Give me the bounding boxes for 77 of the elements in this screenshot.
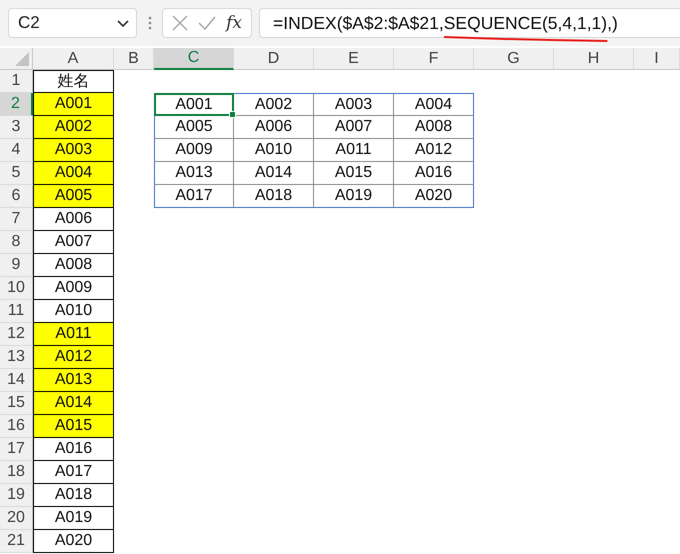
table-cell[interactable]: A006 xyxy=(234,116,314,139)
table-cell[interactable]: A017 xyxy=(154,185,234,208)
column-header[interactable]: H xyxy=(554,48,634,70)
table-cell[interactable]: A008 xyxy=(394,116,474,139)
table-cell: A012 xyxy=(33,346,114,369)
table-cell: A017 xyxy=(33,461,114,484)
insert-function-button[interactable]: fx xyxy=(226,13,242,33)
table-cell: A007 xyxy=(33,231,114,254)
table-cell: A014 xyxy=(33,392,114,415)
table-cell: 姓名 xyxy=(33,70,114,93)
row-header[interactable]: 19 xyxy=(0,484,33,507)
check-icon[interactable] xyxy=(198,16,216,30)
table-cell: A015 xyxy=(33,415,114,438)
row-header[interactable]: 8 xyxy=(0,231,33,254)
table-cell[interactable]: A004 xyxy=(394,93,474,116)
table-cell: A018 xyxy=(33,484,114,507)
table-cell: A008 xyxy=(33,254,114,277)
table-cell: A006 xyxy=(33,208,114,231)
table-cell[interactable]: A016 xyxy=(394,162,474,185)
more-icon[interactable] xyxy=(148,15,152,31)
table-cell: A016 xyxy=(33,438,114,461)
table-cell[interactable]: A009 xyxy=(154,139,234,162)
table-cell[interactable]: A003 xyxy=(314,93,394,116)
row-header[interactable]: 7 xyxy=(0,208,33,231)
row-header[interactable]: 21 xyxy=(0,530,33,553)
row-header[interactable]: 4 xyxy=(0,139,33,162)
active-cell[interactable]: A001 xyxy=(154,93,234,116)
row-header[interactable]: 13 xyxy=(0,346,33,369)
row-header[interactable]: 16 xyxy=(0,415,33,438)
row-header[interactable]: 5 xyxy=(0,162,33,185)
row-header[interactable]: 18 xyxy=(0,461,33,484)
row-header[interactable]: 2 xyxy=(0,93,33,116)
row-header[interactable]: 9 xyxy=(0,254,33,277)
row-header[interactable]: 3 xyxy=(0,116,33,139)
table-cell[interactable]: A020 xyxy=(394,185,474,208)
row-header[interactable]: 14 xyxy=(0,369,33,392)
table-cell[interactable]: A010 xyxy=(234,139,314,162)
row-header[interactable]: 12 xyxy=(0,323,33,346)
table-cell: A001 xyxy=(33,93,114,116)
table-cell: A003 xyxy=(33,139,114,162)
column-header[interactable]: F xyxy=(394,48,474,70)
row-header[interactable]: 1 xyxy=(0,70,33,93)
table-cell: A002 xyxy=(33,116,114,139)
table-cell: A009 xyxy=(33,277,114,300)
row-header[interactable]: 15 xyxy=(0,392,33,415)
row-header[interactable]: 6 xyxy=(0,185,33,208)
column-header[interactable]: B xyxy=(114,48,154,70)
table-cell[interactable]: A011 xyxy=(314,139,394,162)
column-header[interactable]: G xyxy=(474,48,554,70)
table-cell[interactable]: A012 xyxy=(394,139,474,162)
column-header[interactable]: E xyxy=(314,48,394,70)
table-cell: A004 xyxy=(33,162,114,185)
name-box[interactable]: C2 xyxy=(8,8,137,38)
table-cell: A019 xyxy=(33,507,114,530)
table-cell: A020 xyxy=(33,530,114,553)
row-header[interactable]: 11 xyxy=(0,300,33,323)
table-cell[interactable]: A015 xyxy=(314,162,394,185)
row-header[interactable]: 20 xyxy=(0,507,33,530)
fill-handle[interactable] xyxy=(229,111,236,118)
table-cell[interactable]: A005 xyxy=(154,116,234,139)
row-header[interactable]: 17 xyxy=(0,438,33,461)
table-cell: A011 xyxy=(33,323,114,346)
table-cell[interactable]: A019 xyxy=(314,185,394,208)
table-cell[interactable]: A007 xyxy=(314,116,394,139)
table-cell[interactable]: A014 xyxy=(234,162,314,185)
cancel-icon[interactable] xyxy=(172,15,188,31)
table-cell[interactable]: A018 xyxy=(234,185,314,208)
dropdown-icon[interactable] xyxy=(116,18,130,28)
column-header[interactable]: C xyxy=(154,48,234,70)
column-header[interactable]: A xyxy=(33,48,114,70)
table-cell[interactable]: A013 xyxy=(154,162,234,185)
table-cell[interactable]: A002 xyxy=(234,93,314,116)
row-header[interactable]: 10 xyxy=(0,277,33,300)
column-header[interactable]: I xyxy=(634,48,680,70)
table-cell: A013 xyxy=(33,369,114,392)
table-cell: A005 xyxy=(33,185,114,208)
column-header[interactable]: D xyxy=(234,48,314,70)
